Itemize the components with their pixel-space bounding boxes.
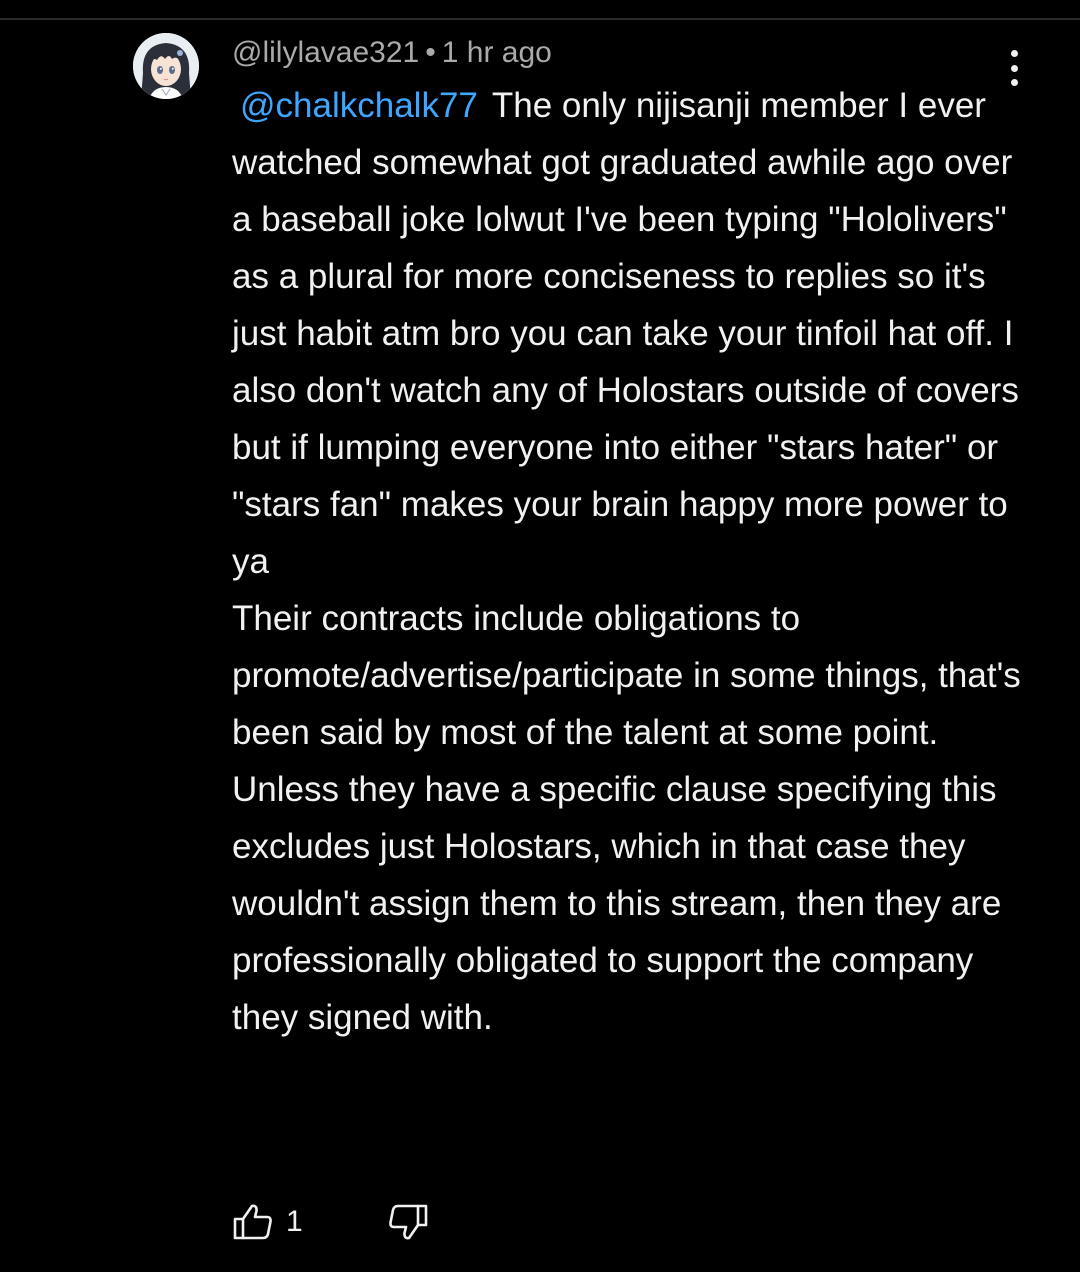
- comment-timestamp[interactable]: 1 hr ago: [442, 36, 552, 69]
- comment-thread-item: @lilylavae321 • 1 hr ago @chalkchalk77 The …: [0, 20, 1080, 1272]
- comment-paragraph-2: Their contracts include obligations to p…: [232, 599, 1031, 1037]
- avatar[interactable]: [133, 33, 199, 99]
- menu-dot: [1010, 50, 1018, 57]
- anime-character-avatar-icon: [133, 33, 199, 99]
- comment-body: @chalkchalk77 The only nijisanji member I…: [232, 77, 1022, 1046]
- menu-dot: [1010, 64, 1018, 72]
- thumbs-up-icon: [233, 1204, 272, 1240]
- like-button[interactable]: 1: [232, 1203, 303, 1241]
- author-name[interactable]: @lilylavae321: [232, 36, 419, 69]
- comment-paragraph-1: The only nijisanji member I ever watched…: [232, 86, 1029, 581]
- comment-meta: @lilylavae321 • 1 hr ago: [232, 34, 552, 72]
- like-count: 1: [286, 1205, 303, 1238]
- meta-separator: •: [425, 36, 436, 69]
- comment-actions: 1: [232, 1200, 429, 1244]
- mention-link[interactable]: @chalkchalk77: [240, 86, 478, 125]
- dislike-button[interactable]: [387, 1203, 429, 1241]
- thumbs-down-icon: [388, 1204, 427, 1240]
